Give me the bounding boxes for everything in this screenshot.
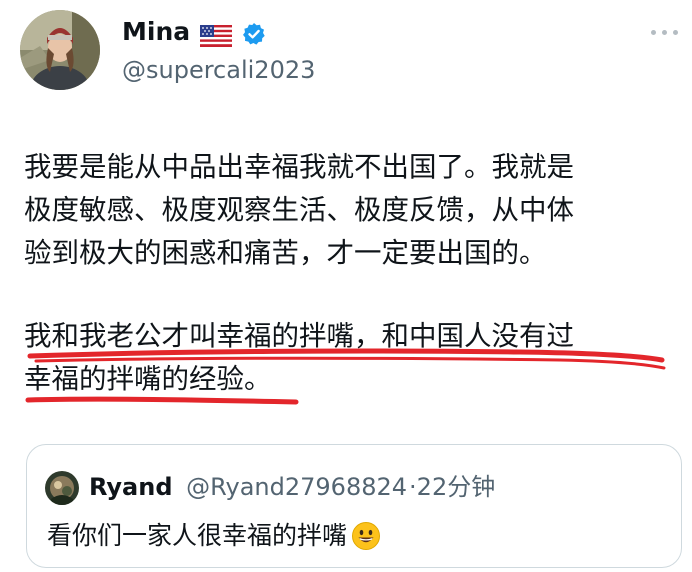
quoted-author-handle[interactable]: @Ryand27968824 bbox=[186, 473, 407, 501]
tweet-body: 我要是能从中品出幸福我就不出国了。我就是 极度敏感、极度观察生活、极度反馈，从中… bbox=[24, 146, 680, 401]
tweet-line: 验到极大的困惑和痛苦，才一定要出国的。 bbox=[24, 237, 547, 269]
grinning-face-emoji-icon bbox=[351, 521, 381, 551]
verified-badge-icon bbox=[242, 20, 266, 45]
tweet-line-underlined: 我和我老公才叫幸福的拌嘴，和中国人没有过 bbox=[24, 320, 574, 352]
quoted-tweet-text-row: 看你们一家人很幸福的拌嘴 bbox=[47, 519, 381, 553]
quoted-author-name[interactable]: Ryand bbox=[89, 473, 173, 501]
tweet-screenshot: Mina @supercali2023 我要是能从中品出幸福我就不出国了。我就是… bbox=[0, 0, 692, 572]
author-display-name[interactable]: Mina bbox=[122, 14, 190, 50]
tweet-line: 极度敏感、极度观察生活、极度反馈，从中体 bbox=[24, 194, 574, 226]
more-options-icon[interactable] bbox=[648, 26, 682, 40]
tweet-line: 我要是能从中品出幸福我就不出国了。我就是 bbox=[24, 151, 574, 183]
quoted-tweet-text: 看你们一家人很幸福的拌嘴 bbox=[47, 521, 348, 550]
quoted-author-avatar[interactable] bbox=[45, 471, 79, 505]
tweet-line-underlined: 幸福的拌嘴的经验。 bbox=[24, 363, 272, 395]
quoted-tweet-time[interactable]: 22分钟 bbox=[417, 473, 496, 501]
quoted-tweet-header: Ryand @Ryand27968824·22分钟 bbox=[89, 470, 495, 504]
author-handle[interactable]: @supercali2023 bbox=[122, 54, 315, 86]
us-flag-icon bbox=[200, 21, 233, 47]
meta-separator: · bbox=[409, 473, 417, 501]
quoted-tweet-card[interactable]: Ryand @Ryand27968824·22分钟 看你们一家人很幸福的拌嘴 bbox=[26, 444, 682, 568]
author-name-row[interactable]: Mina bbox=[122, 14, 266, 50]
author-avatar[interactable] bbox=[20, 10, 100, 90]
